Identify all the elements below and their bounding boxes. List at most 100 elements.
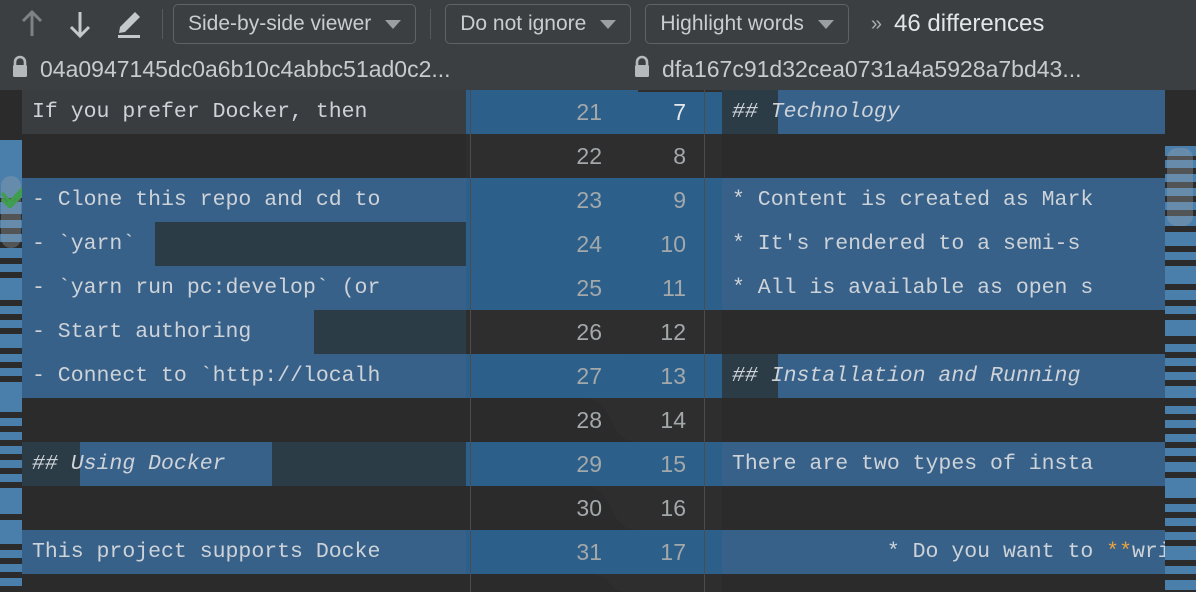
gutter-row: 21 7 (466, 90, 722, 134)
left-line-number: 28 (576, 407, 602, 433)
right-line-number: 11 (662, 275, 686, 301)
toolbar-divider-1 (162, 9, 163, 39)
left-line-number: 25 (576, 275, 602, 301)
right-line-number: 7 (673, 99, 686, 125)
code-line-text: * Content is created as Mark (732, 188, 1094, 212)
code-line-text: * It's rendered to a semi-s (732, 232, 1081, 256)
right-change-markers[interactable] (1165, 90, 1196, 592)
right-line-number: 12 (660, 319, 686, 345)
right-file-path[interactable]: dfa167c91d32cea0731a4a5928a7bd43... (632, 48, 1082, 90)
diff-gutter[interactable]: 21 7 22 8 23 9 24 10 25 11 26 12 27 13 2… (466, 90, 722, 592)
code-line: * It's rendered to a semi-s (722, 222, 1196, 266)
gutter-row: 27 13 (466, 354, 722, 398)
left-line-number: 31 (576, 539, 602, 565)
code-line: ## Using Docker (22, 442, 466, 486)
code-line-text: There are two types of insta (732, 452, 1094, 476)
code-line-text: - Start authoring (32, 320, 252, 344)
gutter-row: 28 14 (466, 398, 722, 442)
lock-icon (10, 55, 30, 84)
code-line-text: - Connect to `http://localh (32, 364, 381, 388)
lock-icon (632, 55, 652, 84)
right-line-number: 16 (660, 495, 686, 521)
code-line (22, 398, 466, 442)
toolbar-overflow-button[interactable]: » (863, 13, 888, 36)
toolbar-divider-2 (430, 9, 432, 39)
right-line-number: 9 (673, 187, 686, 213)
code-line-text: - `yarn run pc:develop` (or (32, 276, 381, 300)
gutter-row: 31 17 (466, 530, 722, 574)
difference-count-label: 46 differences (894, 10, 1045, 37)
next-difference-button[interactable] (56, 4, 104, 44)
chevron-down-icon (385, 19, 402, 29)
code-line: * Content is created as Mark (722, 178, 1196, 222)
right-editor-pane[interactable]: ## Technology * Content is created as Ma… (722, 90, 1196, 592)
code-line-text: - Clone this repo and cd to (32, 188, 381, 212)
diff-viewer-window: Side-by-side viewer Do not ignore Highli… (0, 0, 1196, 592)
highlight-mode-dropdown[interactable]: Highlight words (645, 4, 849, 44)
chevron-down-icon (817, 19, 834, 29)
code-line: ## Technology (722, 90, 1196, 134)
edit-button[interactable] (104, 4, 152, 44)
code-line: ## Installation and Running (722, 354, 1196, 398)
code-line: This project supports Docke (22, 530, 466, 574)
code-line: * Do you want to **write co (722, 530, 1196, 574)
code-line (722, 134, 1196, 178)
right-line-number: 15 (660, 451, 686, 477)
code-line-text: ## Using Docker (32, 452, 226, 476)
gutter-row: 23 9 (466, 178, 722, 222)
code-line-text: - `yarn` (32, 232, 136, 256)
code-line: If you prefer Docker, then (22, 90, 466, 134)
right-line-number: 10 (660, 231, 686, 257)
left-line-number: 21 (576, 99, 602, 125)
diff-toolbar: Side-by-side viewer Do not ignore Highli… (0, 0, 1196, 48)
arrow-up-icon (19, 9, 45, 39)
code-line-text: ## Installation and Running (732, 364, 1081, 388)
code-line (22, 134, 466, 178)
code-line: * All is available as open s (722, 266, 1196, 310)
code-line: - Clone this repo and cd to (22, 178, 466, 222)
right-line-number: 13 (660, 363, 686, 389)
code-line-text: If you prefer Docker, then (32, 100, 368, 124)
highlight-mode-label: Highlight words (660, 12, 804, 35)
left-editor-pane[interactable]: If you prefer Docker, then - Clone this … (0, 90, 466, 592)
previous-difference-button[interactable] (8, 4, 56, 44)
code-line: There are two types of insta (722, 442, 1196, 486)
code-line (722, 398, 1196, 442)
left-code-content: If you prefer Docker, then - Clone this … (22, 90, 466, 592)
code-line: - Start authoring (22, 310, 466, 354)
code-line: - `yarn` (22, 222, 466, 266)
chevron-down-icon (600, 19, 617, 29)
right-line-number: 14 (660, 407, 686, 433)
pencil-icon (112, 8, 144, 40)
gutter-row: 25 11 (466, 266, 722, 310)
code-line-text: * Do you want to **write co (722, 516, 1196, 588)
code-bold-marker: ** (1106, 540, 1132, 564)
left-file-path[interactable]: 04a0947145dc0a6b10c4abbc51ad0c2... (10, 48, 451, 90)
left-line-number: 24 (576, 231, 602, 257)
left-line-number: 23 (576, 187, 602, 213)
left-line-number: 22 (576, 143, 602, 169)
code-line-text: ## Technology (732, 100, 900, 124)
gutter-row: 30 16 (466, 486, 722, 530)
gutter-row: 24 10 (466, 222, 722, 266)
right-code-content: ## Technology * Content is created as Ma… (722, 90, 1196, 592)
viewer-mode-dropdown[interactable]: Side-by-side viewer (173, 4, 417, 44)
left-line-number: 27 (576, 363, 602, 389)
arrow-down-icon (67, 9, 93, 39)
code-line (722, 310, 1196, 354)
file-path-bar: 04a0947145dc0a6b10c4abbc51ad0c2... dfa16… (0, 48, 1196, 90)
diff-body: If you prefer Docker, then - Clone this … (0, 90, 1196, 592)
ignore-policy-label: Do not ignore (460, 12, 587, 35)
code-line (22, 486, 466, 530)
gutter-row: 22 8 (466, 134, 722, 178)
left-line-number: 30 (576, 495, 602, 521)
right-line-number: 8 (673, 143, 686, 169)
code-line-segment: * Do you want to (886, 540, 1107, 564)
code-line: - `yarn run pc:develop` (or (22, 266, 466, 310)
ignore-policy-dropdown[interactable]: Do not ignore (445, 4, 632, 44)
left-file-path-label: 04a0947145dc0a6b10c4abbc51ad0c2... (40, 55, 451, 82)
right-file-path-label: dfa167c91d32cea0731a4a5928a7bd43... (662, 55, 1082, 82)
right-line-number: 17 (660, 539, 686, 565)
left-line-number: 29 (576, 451, 602, 477)
viewer-mode-label: Side-by-side viewer (188, 12, 372, 35)
